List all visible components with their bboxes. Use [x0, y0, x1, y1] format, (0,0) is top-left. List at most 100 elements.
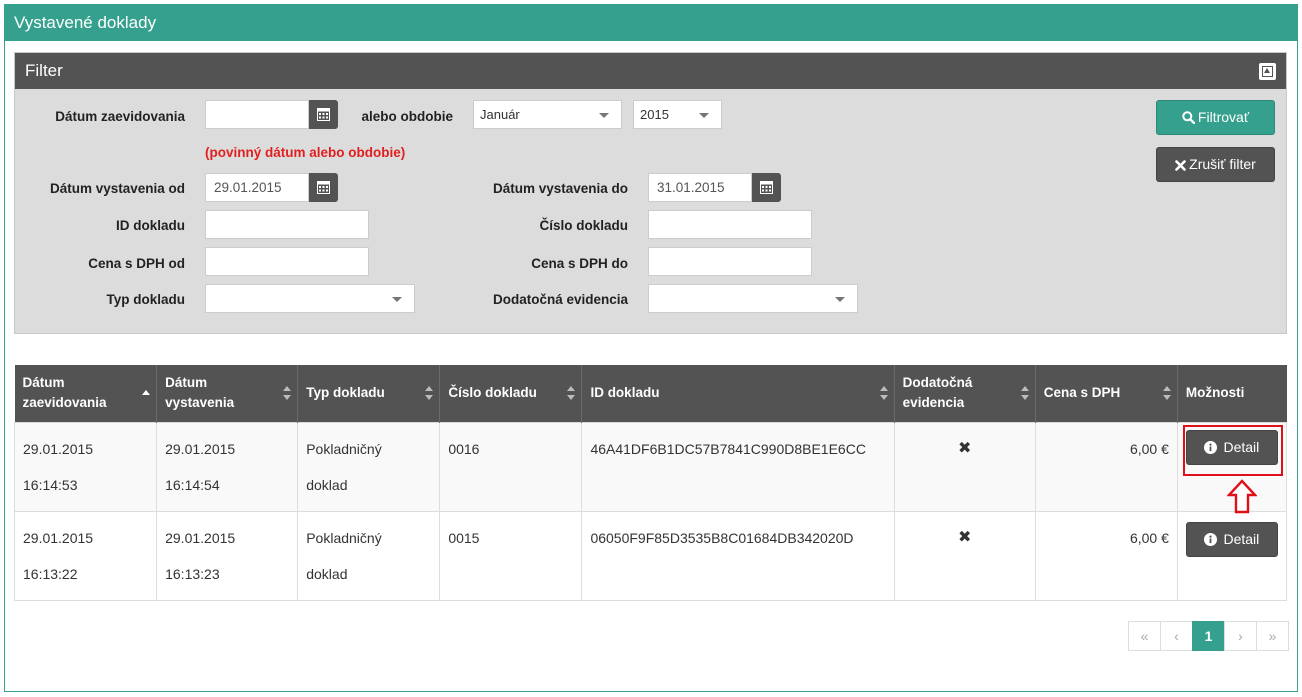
- results-table: Dátum zaevidovania Dátum vystavenia Typ do…: [13, 365, 1288, 601]
- sort-asc-icon: [142, 386, 151, 400]
- registered-date: 29.01.2015: [23, 529, 94, 546]
- col-header-options-label: Možnosti: [1185, 385, 1245, 401]
- sort-icon: [567, 386, 576, 400]
- page-next[interactable]: ›: [1224, 621, 1257, 651]
- col-header-type-label: Typ dokladu: [306, 385, 385, 401]
- col-header-type[interactable]: Typ dokladu: [297, 365, 441, 422]
- issued-time: 16:14:54: [165, 476, 220, 493]
- col-header-registered[interactable]: Dátum zaevidovania: [14, 365, 158, 422]
- cross-icon: ✖: [958, 439, 972, 457]
- calendar-icon[interactable]: [752, 173, 781, 202]
- period-year-value: 2015: [640, 107, 669, 122]
- detail-button[interactable]: Detail: [1185, 521, 1278, 557]
- cell-id: 46A41DF6B1DC57B7841C990D8BE1E6CC: [581, 421, 895, 512]
- filter-title: Filter: [25, 61, 63, 80]
- period-year-select[interactable]: 2015: [633, 100, 722, 129]
- page-title: Vystavené doklady: [5, 5, 1297, 41]
- detail-button-label: Detail: [1223, 530, 1260, 547]
- page-prev[interactable]: ‹: [1160, 621, 1193, 651]
- cell-id: 06050F9F85D3535B8C01684DB342020D: [581, 510, 895, 601]
- page-current[interactable]: 1: [1192, 621, 1225, 651]
- sort-icon: [283, 386, 292, 400]
- doc-type-select[interactable]: [205, 284, 415, 313]
- issued-to-input[interactable]: 31.01.2015: [648, 173, 752, 202]
- arrow-up-icon: [1227, 479, 1257, 514]
- clear-filter-label: Zrušiť filter: [1189, 156, 1256, 172]
- filter-header[interactable]: Filter: [15, 53, 1286, 89]
- cell-number: 0016: [439, 421, 583, 512]
- cell-extra: ✖: [893, 510, 1036, 601]
- period-label: alebo obdobie: [361, 109, 453, 124]
- col-header-issued-l1: Dátum: [165, 375, 208, 391]
- type-l2: doklad: [306, 565, 348, 582]
- col-header-price-label: Cena s DPH: [1043, 385, 1121, 401]
- cell-extra: ✖: [893, 421, 1036, 512]
- search-icon: [1182, 111, 1196, 125]
- cell-price: 6,00 €: [1034, 510, 1178, 601]
- table-row: 29.01.2015 16:14:53 29.01.2015 16:14:54 Po…: [13, 421, 1288, 512]
- cell-type: Pokladničný doklad: [297, 510, 441, 601]
- col-header-extra[interactable]: Dodatočná evidencia: [894, 365, 1036, 422]
- registered-date: 29.01.2015: [23, 440, 94, 457]
- page-first[interactable]: «: [1128, 621, 1161, 651]
- type-l1: Pokladničný: [306, 529, 382, 546]
- detail-button[interactable]: Detail: [1185, 429, 1278, 465]
- extra-record-label: Dodatočná evidencia: [492, 292, 628, 307]
- price-to-input[interactable]: [648, 247, 812, 276]
- price-from-input[interactable]: [205, 247, 369, 276]
- period-month-select[interactable]: Január: [473, 100, 622, 129]
- period-month-value: Január: [480, 107, 520, 122]
- extra-record-select[interactable]: [648, 284, 858, 313]
- chevron-down-icon: [835, 297, 845, 302]
- date-registered-input[interactable]: [205, 100, 309, 129]
- cell-options: Detail: [1176, 510, 1288, 601]
- pagination: « ‹ 1 › »: [1128, 621, 1289, 651]
- chevron-down-icon: [392, 297, 402, 302]
- filter-button[interactable]: Filtrovať: [1156, 100, 1275, 135]
- cell-issued: 29.01.2015 16:13:23: [156, 510, 299, 601]
- required-note: (povinný dátum alebo obdobie): [205, 145, 406, 160]
- table-row: 29.01.2015 16:13:22 29.01.2015 16:13:23 Po…: [13, 510, 1288, 601]
- table-header-row: Dátum zaevidovania Dátum vystavenia Typ do…: [14, 365, 1287, 422]
- col-header-issued-l2: vystavenia: [165, 395, 235, 411]
- info-icon: [1204, 532, 1218, 546]
- issued-time: 16:13:23: [165, 565, 220, 582]
- sort-icon: [1162, 386, 1171, 400]
- doc-number-label: Číslo dokladu: [539, 218, 628, 233]
- collapse-icon[interactable]: [1259, 63, 1276, 80]
- sort-icon: [425, 386, 434, 400]
- doc-id-input[interactable]: [205, 210, 369, 239]
- doc-number-input[interactable]: [648, 210, 812, 239]
- close-icon: [1175, 160, 1186, 171]
- cell-registered: 29.01.2015 16:14:53: [13, 421, 158, 512]
- col-header-extra-l2: evidencia: [902, 395, 965, 411]
- col-header-id-label: ID dokladu: [590, 385, 660, 401]
- cross-icon: ✖: [958, 528, 972, 546]
- registered-time: 16:13:22: [23, 565, 78, 582]
- col-header-options: Možnosti: [1177, 365, 1287, 422]
- clear-filter-button[interactable]: Zrušiť filter: [1156, 147, 1275, 182]
- date-registered-label: Dátum zaevidovania: [55, 109, 185, 124]
- cell-registered: 29.01.2015 16:13:22: [13, 510, 158, 601]
- sort-icon: [1020, 386, 1029, 400]
- chevron-down-icon: [599, 113, 609, 118]
- cell-price: 6,00 €: [1034, 421, 1178, 512]
- col-header-id[interactable]: ID dokladu: [581, 365, 895, 422]
- col-header-price[interactable]: Cena s DPH: [1035, 365, 1178, 422]
- issued-from-input[interactable]: 29.01.2015: [205, 173, 309, 202]
- col-header-registered-l2: zaevidovania: [22, 395, 107, 411]
- type-l2: doklad: [306, 476, 348, 493]
- col-header-number[interactable]: Číslo dokladu: [439, 365, 583, 422]
- filter-button-label: Filtrovať: [1197, 109, 1250, 125]
- issued-from-label: Dátum vystavenia od: [49, 181, 185, 196]
- col-header-extra-l1: Dodatočná: [902, 375, 973, 391]
- page-last[interactable]: »: [1256, 621, 1289, 651]
- price-to-label: Cena s DPH do: [531, 256, 628, 271]
- doc-id-label: ID dokladu: [115, 218, 185, 233]
- calendar-icon[interactable]: [309, 100, 338, 129]
- col-header-registered-l1: Dátum: [22, 375, 65, 391]
- info-icon: [1204, 440, 1218, 454]
- calendar-icon[interactable]: [309, 173, 338, 202]
- chevron-down-icon: [699, 113, 709, 118]
- col-header-issued[interactable]: Dátum vystavenia: [156, 365, 299, 422]
